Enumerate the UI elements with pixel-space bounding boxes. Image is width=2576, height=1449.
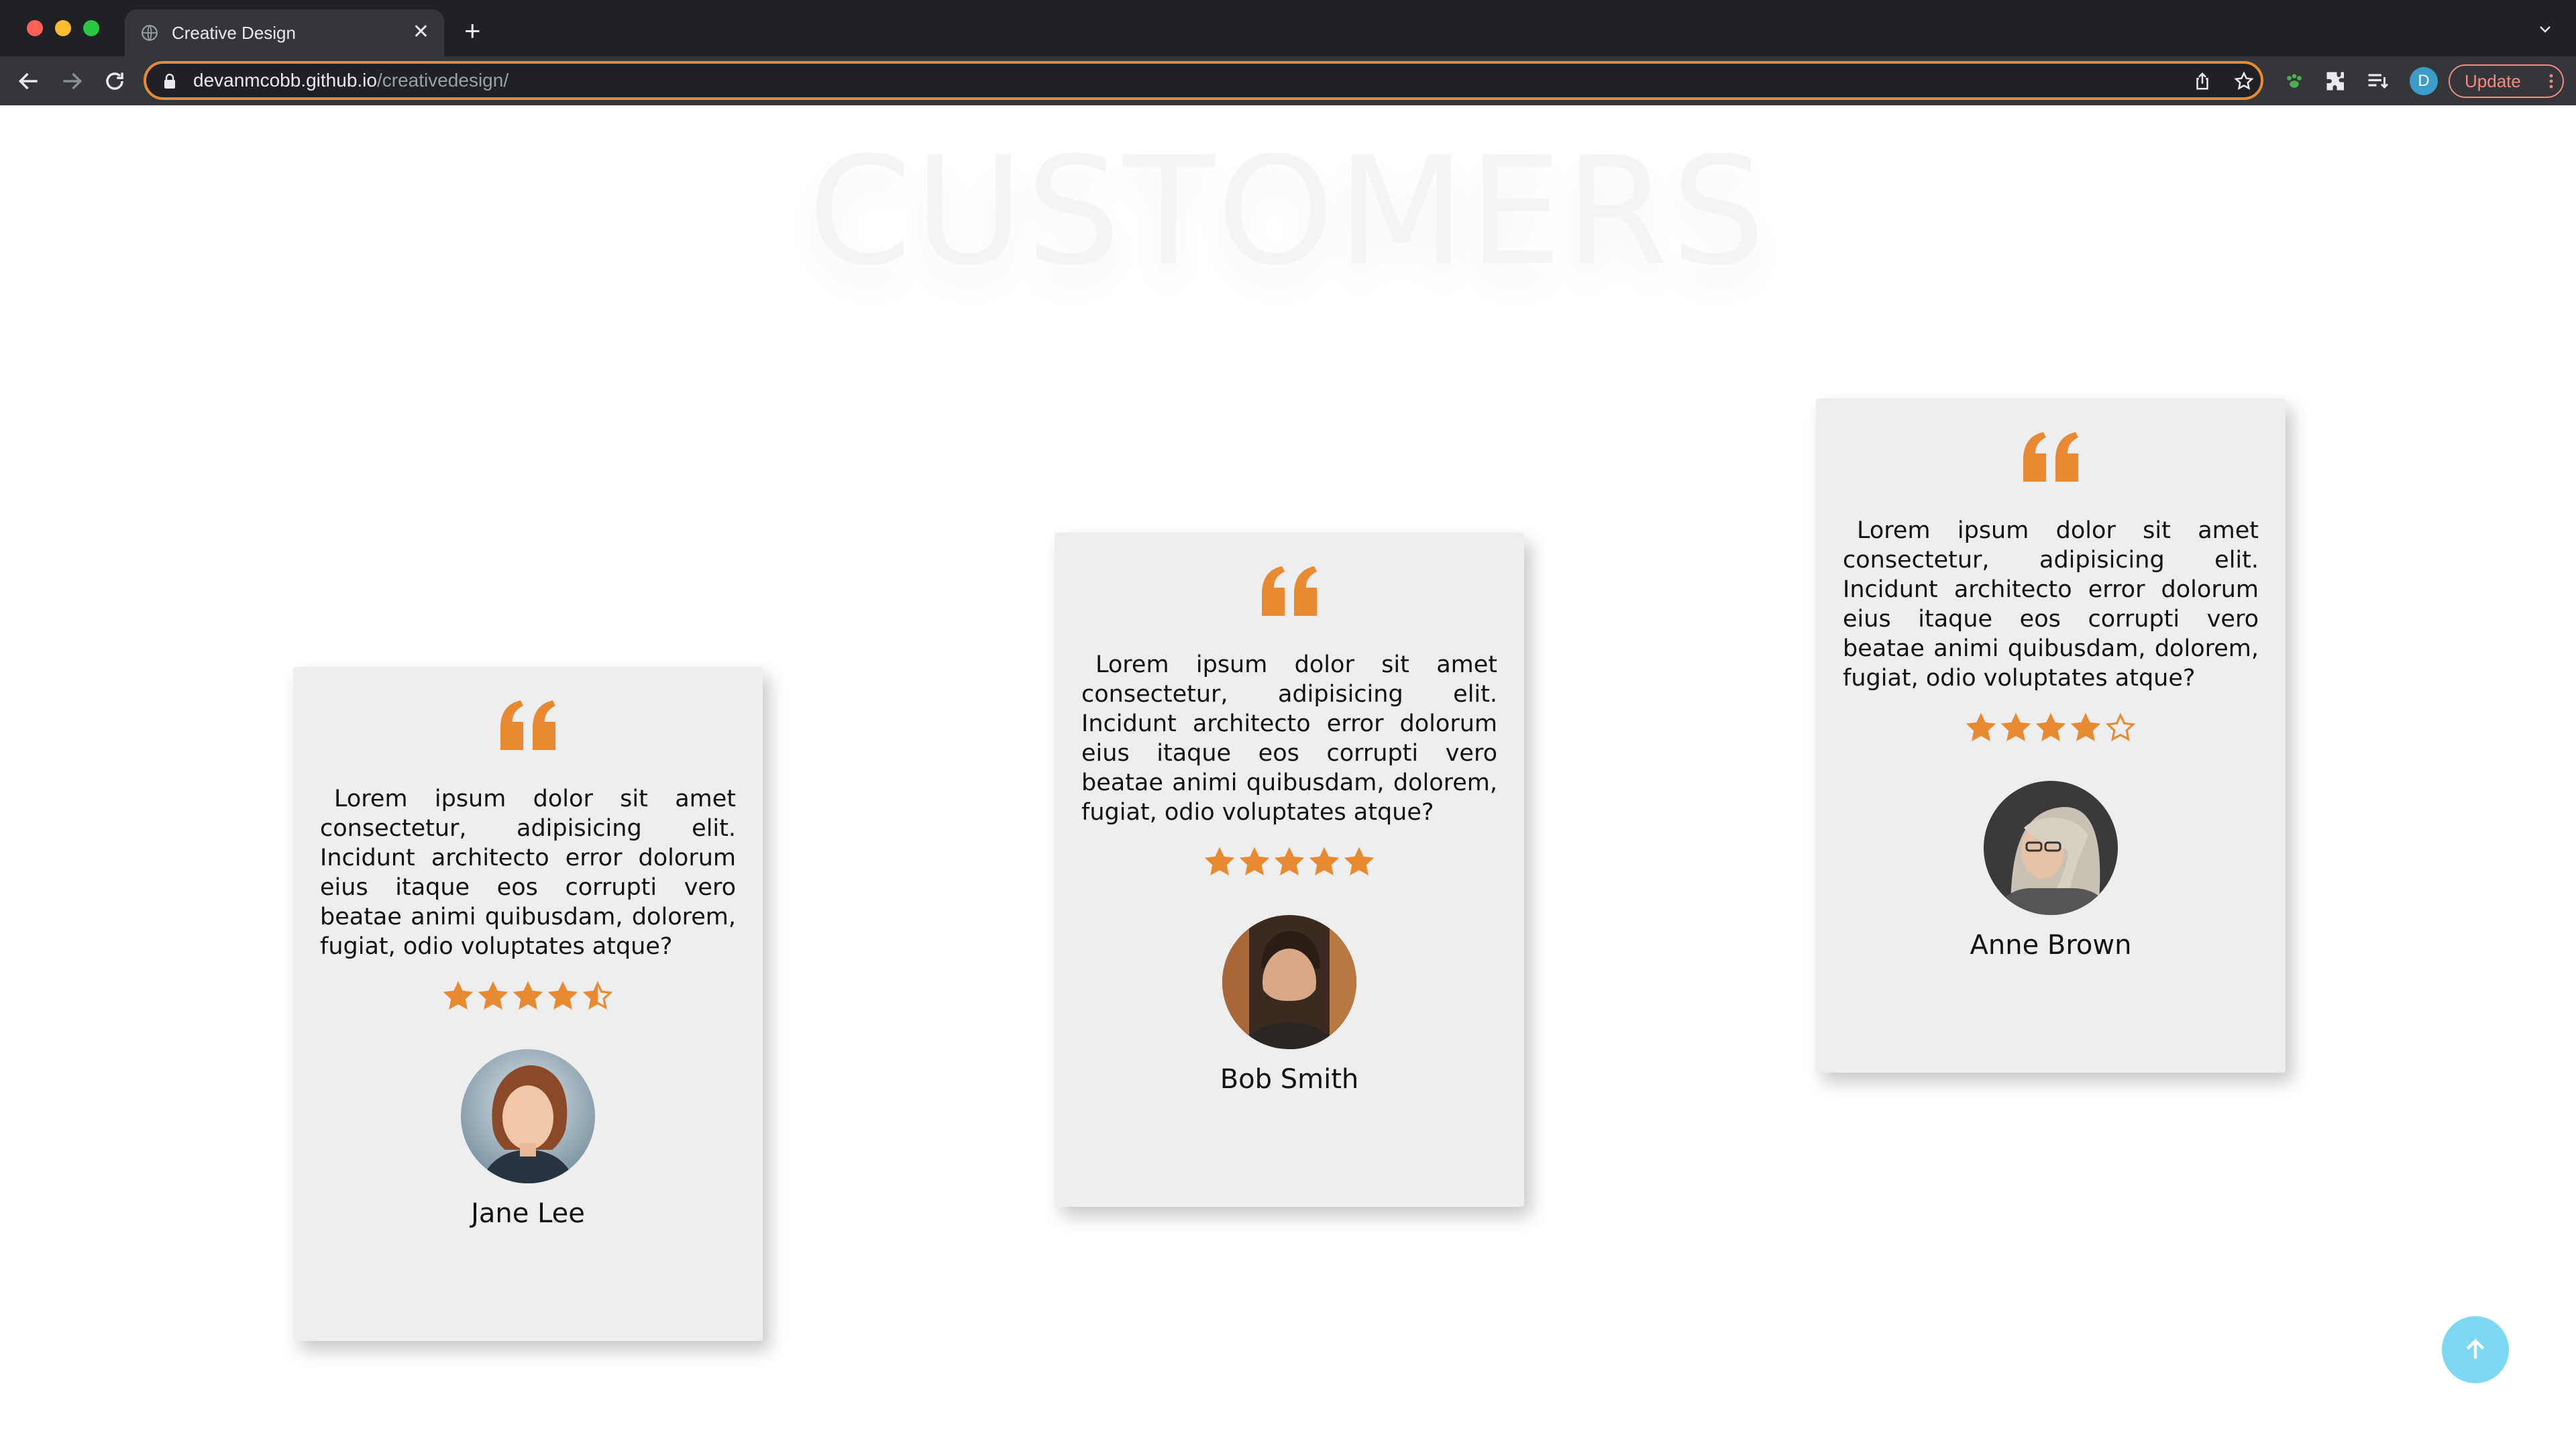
tab-title: Creative Design — [172, 23, 296, 43]
new-tab-button[interactable]: + — [464, 17, 481, 45]
star-filled-icon — [1309, 847, 1340, 875]
close-tab-icon[interactable]: ✕ — [413, 21, 429, 43]
scroll-to-top-button[interactable] — [2442, 1316, 2509, 1383]
star-filled-icon — [2035, 712, 2066, 741]
star-filled-icon — [478, 981, 508, 1010]
maximize-window-button[interactable] — [83, 20, 99, 36]
quote-icon — [1055, 565, 1524, 619]
star-empty-icon — [2105, 712, 2136, 741]
bookmark-star-icon[interactable] — [2234, 71, 2254, 91]
reading-list-icon[interactable] — [2365, 69, 2390, 93]
profile-avatar[interactable]: D — [2410, 67, 2438, 95]
star-rating — [1055, 847, 1524, 877]
back-arrow-icon[interactable] — [16, 68, 42, 94]
tab-creative-design[interactable]: Creative Design ✕ — [125, 9, 444, 56]
testimonial-card: Lorem ipsum dolor sit amet consectetur, … — [1055, 533, 1524, 1207]
more-menu-icon[interactable] — [2549, 74, 2553, 89]
testimonial-text: Lorem ipsum dolor sit amet consectetur, … — [1081, 651, 1497, 826]
testimonial-text: Lorem ipsum dolor sit amet consectetur, … — [1843, 517, 2259, 692]
update-button[interactable]: Update — [2449, 64, 2564, 98]
customer-name: Jane Lee — [471, 1198, 585, 1229]
star-filled-icon — [1204, 847, 1235, 875]
testimonial-text: Lorem ipsum dolor sit amet consectetur, … — [320, 786, 736, 960]
section-title: CUSTOMERS — [808, 125, 1768, 299]
tab-strip: Creative Design ✕ + — [0, 0, 2576, 56]
star-filled-icon — [1344, 847, 1375, 875]
customer-name: Bob Smith — [1220, 1064, 1359, 1095]
globe-icon — [142, 25, 158, 41]
star-filled-icon — [1239, 847, 1270, 875]
share-icon[interactable] — [2192, 71, 2212, 91]
page-viewport: CUSTOMERS Lorem ipsum dolor sit amet con… — [0, 105, 2576, 1449]
star-rating — [293, 981, 763, 1012]
star-filled-icon — [1274, 847, 1305, 875]
lock-icon[interactable] — [162, 72, 177, 90]
testimonial-card: Lorem ipsum dolor sit amet consectetur, … — [293, 667, 763, 1341]
forward-arrow-icon[interactable] — [59, 68, 85, 94]
arrow-up-icon — [2466, 1338, 2485, 1359]
star-filled-icon — [2070, 712, 2101, 741]
reload-icon[interactable] — [102, 68, 127, 94]
url-host: devanmcobb.github.io — [193, 70, 377, 91]
star-filled-icon — [2000, 712, 2031, 741]
browser-chrome: Creative Design ✕ + devanmcobb.github.io… — [0, 0, 2576, 105]
close-window-button[interactable] — [27, 20, 43, 36]
url-text: devanmcobb.github.io/creativedesign/ — [193, 70, 508, 91]
customer-name: Anne Brown — [1970, 930, 2132, 961]
browser-toolbar: devanmcobb.github.io/creativedesign/ D U… — [0, 56, 2576, 105]
address-bar[interactable]: devanmcobb.github.io/creativedesign/ — [144, 61, 2263, 100]
extension-paw-icon[interactable] — [2282, 69, 2306, 93]
star-half-icon — [582, 981, 613, 1010]
star-rating — [1816, 712, 2286, 743]
minimize-window-button[interactable] — [55, 20, 71, 36]
avatar — [461, 1049, 595, 1183]
star-filled-icon — [443, 981, 474, 1010]
url-path: /creativedesign/ — [376, 70, 509, 91]
chevron-down-icon[interactable] — [2537, 21, 2553, 38]
testimonial-card: Lorem ipsum dolor sit amet consectetur, … — [1816, 398, 2286, 1073]
avatar — [1222, 915, 1356, 1049]
extensions-puzzle-icon[interactable] — [2324, 69, 2348, 93]
update-label: Update — [2465, 71, 2521, 91]
avatar — [1984, 781, 2118, 915]
star-filled-icon — [513, 981, 543, 1010]
quote-icon — [293, 699, 763, 753]
star-filled-icon — [547, 981, 578, 1010]
star-filled-icon — [1966, 712, 1996, 741]
quote-icon — [1816, 431, 2286, 485]
